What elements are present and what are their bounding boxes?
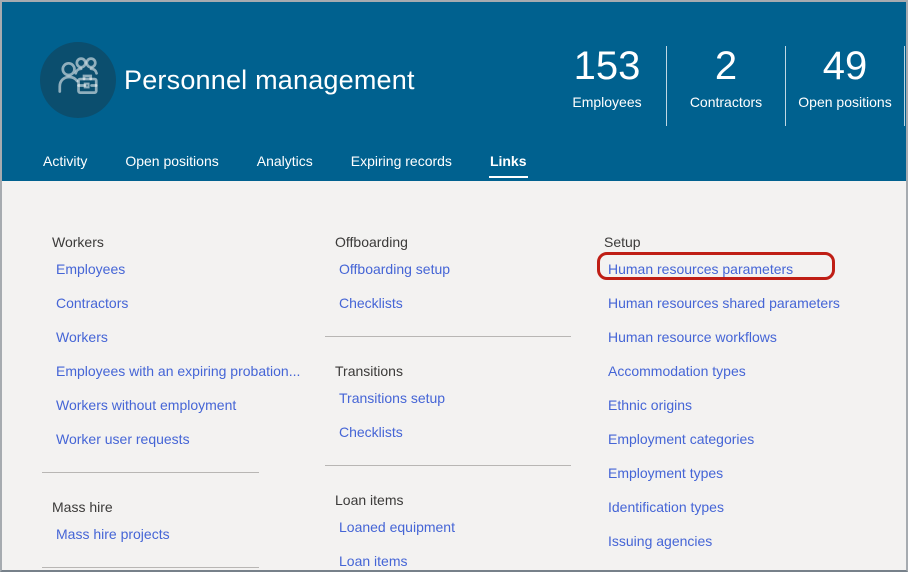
stat-value: 153 xyxy=(573,44,641,88)
section-offboarding: Offboarding Offboarding setup Checklists xyxy=(325,235,575,320)
stat-value: 2 xyxy=(714,44,738,88)
link-employees[interactable]: Employees xyxy=(56,252,300,286)
link-label: Issuing agencies xyxy=(608,533,713,549)
link-label: Employees with an expiring probation... xyxy=(56,363,301,379)
link-employment-categories[interactable]: Employment categories xyxy=(608,422,894,456)
link-worker-user-requests[interactable]: Worker user requests xyxy=(56,422,300,456)
stat-label: Contractors xyxy=(689,94,763,110)
section-loan-items: Loan items Loaned equipment Loan items xyxy=(325,492,575,570)
link-employment-types[interactable]: Employment types xyxy=(608,456,894,490)
links-column-3: Setup Human resources parameters Human res… xyxy=(594,181,894,570)
link-label: Contractors xyxy=(56,295,129,311)
page-title: Personnel management xyxy=(124,65,415,95)
section-divider xyxy=(42,472,259,473)
link-workers-without-employment[interactable]: Workers without employment xyxy=(56,388,300,422)
tab-analytics[interactable]: Analytics xyxy=(256,145,314,181)
link-ethnic-origins[interactable]: Ethnic origins xyxy=(608,388,894,422)
links-column-2: Offboarding Offboarding setup Checklists Tr… xyxy=(325,181,575,570)
link-label: Employment categories xyxy=(608,431,755,447)
tab-expiring-records[interactable]: Expiring records xyxy=(350,145,453,181)
link-issuing-agencies[interactable]: Issuing agencies xyxy=(608,524,894,558)
link-label: Mass hire projects xyxy=(56,526,170,542)
link-mass-hire-projects[interactable]: Mass hire projects xyxy=(56,517,300,551)
link-label: Loan items xyxy=(339,553,408,569)
section-divider xyxy=(325,465,571,466)
link-transitions-setup[interactable]: Transitions setup xyxy=(339,381,575,415)
tab-links[interactable]: Links xyxy=(488,145,528,181)
section-transitions: Transitions Transitions setup Checklists xyxy=(325,364,575,449)
link-label: Accommodation types xyxy=(608,363,746,379)
section-setup: Setup Human resources parameters Human res… xyxy=(594,234,894,570)
section-title: Offboarding xyxy=(335,234,408,250)
section-mass-hire: Mass hire Mass hire projects xyxy=(42,500,300,551)
section-divider xyxy=(325,336,571,337)
workspace-header: Personnel management 153 Employees 2 Contra… xyxy=(2,2,906,181)
section-divider xyxy=(42,567,259,568)
link-label: Transitions setup xyxy=(339,390,446,406)
section-title: Transitions xyxy=(335,363,403,379)
tab-open-positions[interactable]: Open positions xyxy=(124,145,219,181)
link-label: Job templates xyxy=(608,567,695,570)
tab-activity[interactable]: Activity xyxy=(42,145,88,181)
link-label: Employees xyxy=(56,261,126,277)
stat-value: 49 xyxy=(822,44,868,88)
link-job-templates[interactable]: Job templates xyxy=(608,558,894,570)
stat-tile-employees[interactable]: 153 Employees xyxy=(548,44,666,128)
link-loaned-equipment[interactable]: Loaned equipment xyxy=(339,510,575,544)
link-employees-with-an-expiring-probation[interactable]: Employees with an expiring probation... xyxy=(56,354,300,388)
link-workers[interactable]: Workers xyxy=(56,320,300,354)
workspace-stats: 153 Employees 2 Contractors 49 Open positions xyxy=(548,44,905,128)
stat-tile-open-positions[interactable]: 49 Open positions xyxy=(786,44,904,128)
link-human-resources-parameters[interactable]: Human resources parameters xyxy=(597,252,894,286)
link-label: Human resources shared parameters xyxy=(608,295,840,311)
stat-tile-contractors[interactable]: 2 Contractors xyxy=(667,44,785,128)
stat-label: Employees xyxy=(572,94,642,110)
section-title: Loan items xyxy=(335,492,404,508)
link-label: Human resource workflows xyxy=(608,329,777,345)
link-accommodation-types[interactable]: Accommodation types xyxy=(608,354,894,388)
link-human-resource-workflows[interactable]: Human resource workflows xyxy=(608,320,894,354)
workspace-avatar xyxy=(40,42,116,118)
section-title: Workers xyxy=(52,234,104,250)
link-contractors[interactable]: Contractors xyxy=(56,286,300,320)
link-label: Employment types xyxy=(608,465,724,481)
link-label: Workers xyxy=(56,329,108,345)
section-title: Setup xyxy=(604,234,641,250)
tab-bar: Activity Open positions Analytics Expiring … xyxy=(2,145,906,181)
link-loan-items[interactable]: Loan items xyxy=(339,544,575,570)
stat-label: Open positions xyxy=(798,94,892,110)
link-label: Workers without employment xyxy=(56,397,237,413)
links-column-1: Workers Employees Contractors Workers Employ… xyxy=(42,181,300,570)
people-briefcase-icon xyxy=(53,53,103,108)
link-label: Worker user requests xyxy=(56,431,190,447)
section-title: Mass hire xyxy=(52,499,113,515)
link-checklists[interactable]: Checklists xyxy=(339,286,575,320)
link-label: Loaned equipment xyxy=(339,519,455,535)
link-checklists[interactable]: Checklists xyxy=(339,415,575,449)
section-workers: Workers Employees Contractors Workers Employ… xyxy=(42,235,300,456)
links-panel: Workers Employees Contractors Workers Employ… xyxy=(2,181,906,570)
link-label: Identification types xyxy=(608,499,724,515)
link-label: Checklists xyxy=(339,295,403,311)
link-label: Ethnic origins xyxy=(608,397,693,413)
personnel-management-workspace: Personnel management 153 Employees 2 Contra… xyxy=(0,0,908,572)
link-identification-types[interactable]: Identification types xyxy=(608,490,894,524)
link-label: Human resources parameters xyxy=(608,261,794,277)
link-human-resources-shared-parameters[interactable]: Human resources shared parameters xyxy=(608,286,894,320)
link-offboarding-setup[interactable]: Offboarding setup xyxy=(339,252,575,286)
link-label: Checklists xyxy=(339,424,403,440)
link-label: Offboarding setup xyxy=(339,261,451,277)
stat-divider xyxy=(904,46,905,126)
